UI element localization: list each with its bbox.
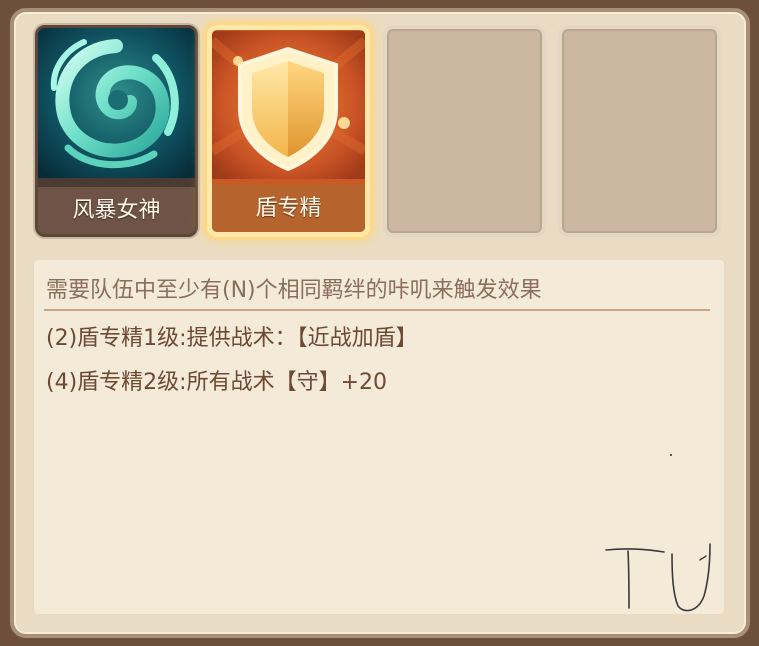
empty-slot[interactable] [558,25,721,237]
bond-requirement-text: 需要队伍中至少有(N)个相同羁绊的咔叽来触发效果 [46,278,542,303]
bond-effect-level-2: (4)盾专精2级:所有战术【守】+20 [46,370,388,395]
bond-effect-level-1: (2)盾专精1级:提供战术：【近战加盾】 [46,326,418,351]
stray-dot [670,454,672,456]
handwritten-watermark [605,543,711,612]
shield-icon [212,31,365,179]
slot-label: 风暴女神 [38,187,195,234]
storm-swirl-icon [38,28,195,178]
divider [44,309,710,311]
slot-shield-mastery[interactable]: 盾专精 [207,25,370,237]
slot-storm-goddess[interactable]: 风暴女神 [35,25,198,237]
slot-label: 盾专精 [212,185,365,232]
window-frame: 风暴女神 盾专精 需要队伍中至少有(N)个相同羁绊的咔叽来触发效果 (2)盾专精… [0,0,759,646]
empty-slot[interactable] [383,25,546,237]
